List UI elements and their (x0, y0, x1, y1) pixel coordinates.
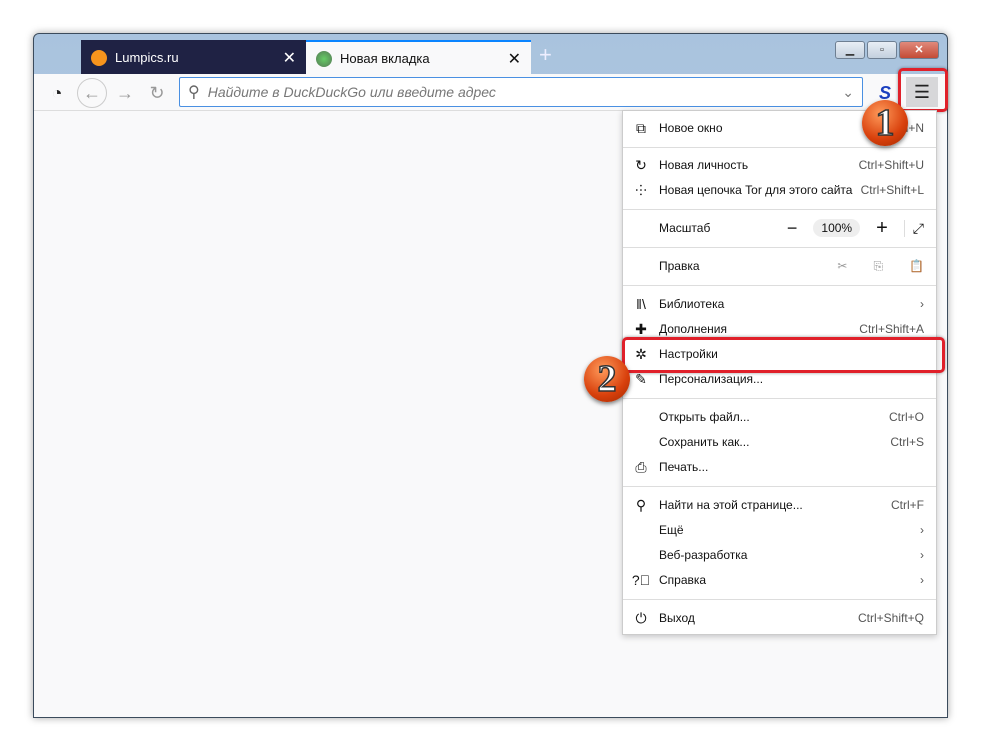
new-tab-button[interactable]: + (539, 42, 552, 68)
address-bar[interactable]: ⚲ Найдите в DuckDuckGo или введите адрес ⌄ (179, 77, 863, 107)
tor-onion-icon[interactable]: ◔ (44, 80, 70, 106)
maximize-button[interactable]: ▫ (867, 41, 897, 59)
menu-item-quit[interactable]: ⏻ Выход Ctrl+Shift+Q (623, 606, 936, 630)
zoom-in-button[interactable]: + (876, 217, 888, 240)
search-icon: ⚲ (635, 496, 647, 513)
help-icon: ?⃝ (631, 572, 651, 588)
back-button[interactable]: ← (77, 78, 107, 108)
menu-item-help[interactable]: ?⃝ Справка › (623, 568, 936, 592)
power-icon: ⏻ (635, 609, 647, 626)
menu-item-zoom: Масштаб −100% + ⤢ (659, 216, 924, 240)
menu-item-library[interactable]: ‖\ Библиотека › (623, 292, 936, 316)
search-icon: ⚲ (188, 84, 200, 101)
forward-button[interactable]: → (112, 80, 138, 106)
menu-item-find[interactable]: ⚲ Найти на этой странице... Ctrl+F (623, 493, 936, 517)
tab-title: Новая вкладка (340, 51, 430, 66)
menu-item-new-circuit[interactable]: ⸭ Новая цепочка Tor для этого сайта Ctrl+S… (623, 178, 936, 202)
close-window-button[interactable]: ✕ (899, 41, 939, 59)
reload-button[interactable]: ↻ (144, 80, 170, 106)
step-badge-2: 2 (584, 356, 630, 402)
chevron-right-icon: › (920, 573, 924, 587)
globe-icon (316, 50, 332, 67)
printer-icon: ⎙ (635, 458, 647, 475)
tab-new[interactable]: Новая вкладка ✕ (306, 40, 531, 75)
chevron-right-icon: › (920, 297, 924, 311)
new-window-icon: ⧉ (636, 119, 646, 136)
tab-lumpics[interactable]: Lumpics.ru ✕ (81, 40, 306, 75)
puzzle-icon: ✚ (635, 320, 647, 337)
menu-item-webdev[interactable]: Веб-разработка › (623, 543, 936, 567)
close-tab-icon[interactable]: ✕ (508, 49, 521, 69)
menu-item-edit: Правка ✂ ⎘ 📋 (659, 258, 924, 274)
copy-icon[interactable]: ⎘ (873, 259, 883, 274)
cut-icon[interactable]: ✂ (837, 259, 847, 273)
step-badge-1: 1 (862, 100, 908, 146)
menu-item-new-identity[interactable]: ↻ Новая личность Ctrl+Shift+U (623, 153, 936, 177)
chevron-right-icon: › (920, 548, 924, 562)
paste-icon[interactable]: 📋 (909, 259, 924, 273)
fullscreen-icon[interactable]: ⤢ (903, 219, 924, 237)
minimize-button[interactable]: ▁ (835, 41, 865, 59)
zoom-reset-button[interactable]: 100% (813, 219, 861, 237)
chevron-right-icon: › (920, 523, 924, 537)
circuit-icon: ⸭ (635, 181, 647, 198)
highlight-menu-button (898, 68, 948, 112)
chevron-down-icon[interactable]: ⌄ (842, 84, 854, 101)
menu-item-save-as[interactable]: Сохранить как... Ctrl+S (623, 430, 936, 454)
menu-item-print[interactable]: ⎙ Печать... (623, 455, 936, 479)
highlight-settings (622, 337, 945, 373)
orange-icon (91, 49, 107, 66)
refresh-icon: ↻ (635, 156, 647, 173)
tab-title: Lumpics.ru (115, 50, 179, 65)
zoom-out-button[interactable]: − (787, 218, 798, 239)
toolbar: ◔ ← → ↻ ⚲ Найдите в DuckDuckGo или введит… (34, 74, 947, 111)
library-icon: ‖\ (636, 296, 646, 312)
address-placeholder: Найдите в DuckDuckGo или введите адрес (207, 84, 496, 100)
menu-item-more[interactable]: Ещё › (623, 518, 936, 542)
menu-item-open-file[interactable]: Открыть файл... Ctrl+O (623, 405, 936, 429)
close-tab-icon[interactable]: ✕ (283, 48, 296, 68)
